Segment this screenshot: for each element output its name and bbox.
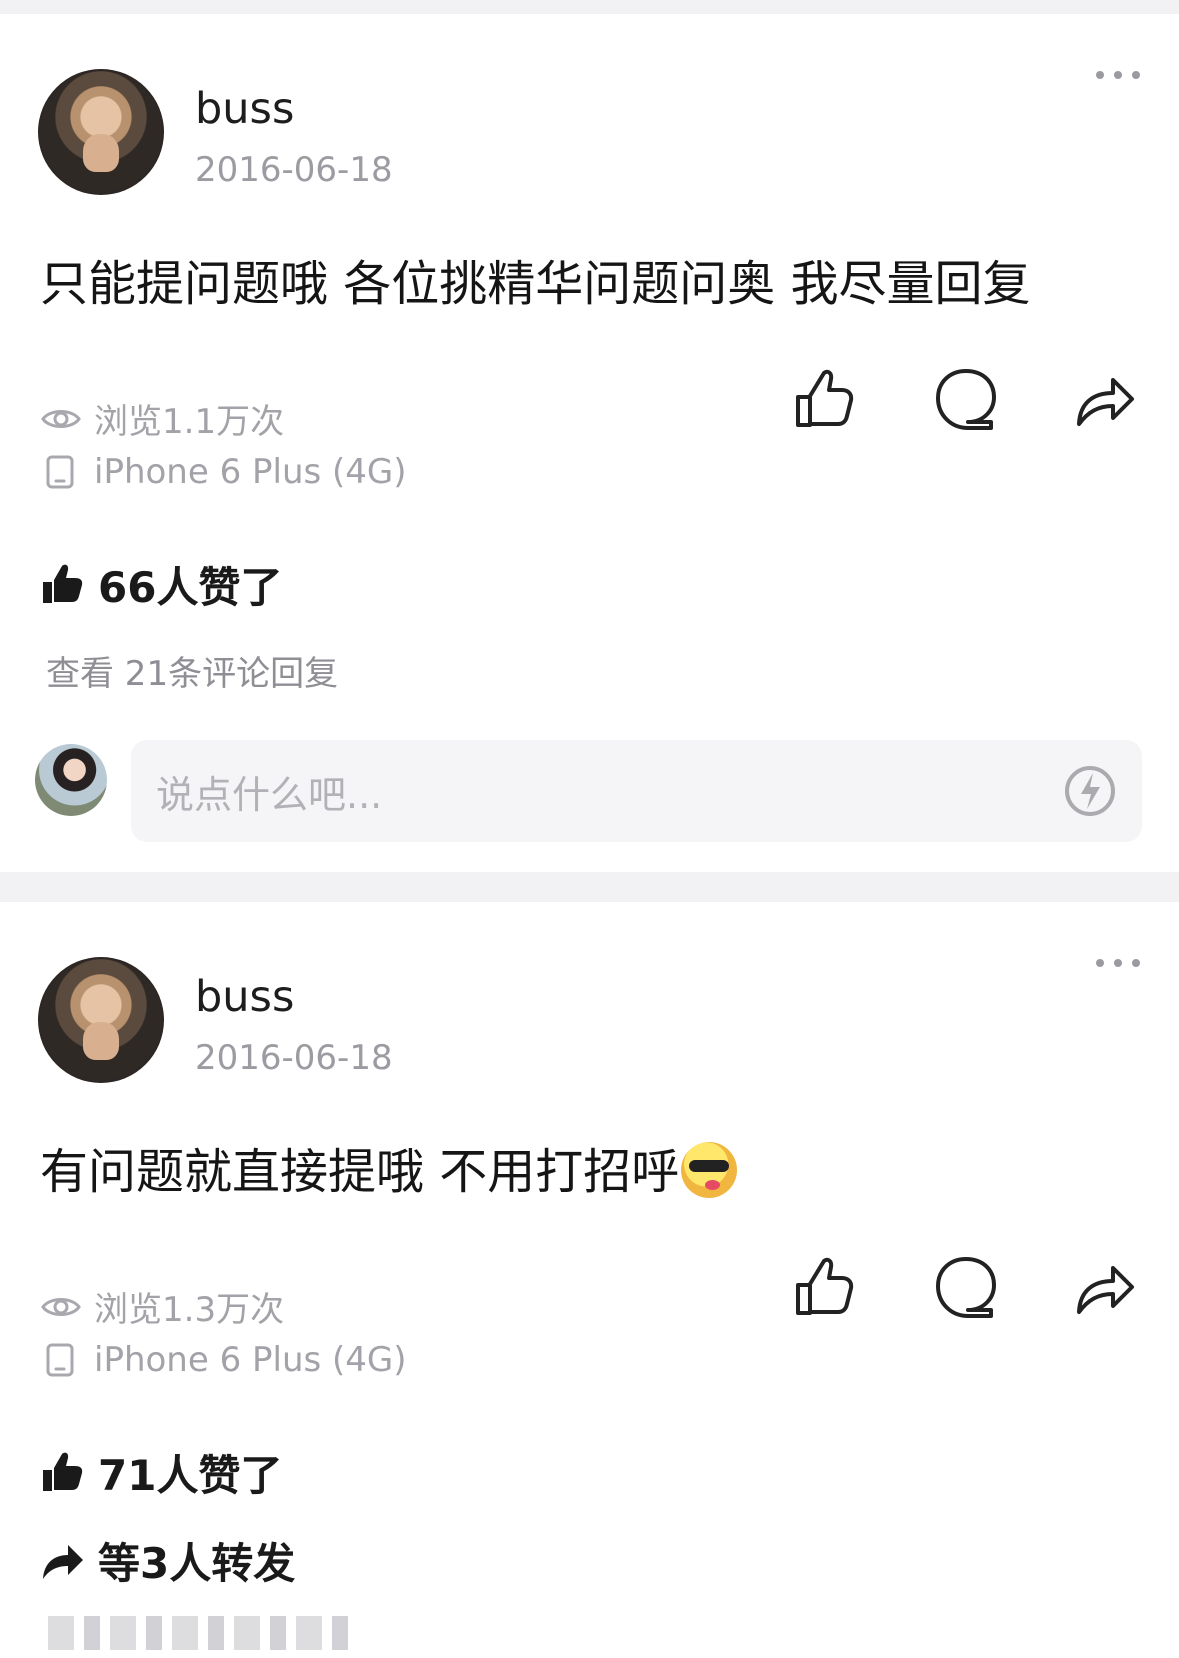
thumb-up-icon[interactable] (790, 366, 856, 432)
view-comments-link[interactable]: 查看 21条评论回复 (46, 646, 338, 695)
device-name: iPhone 6 Plus (4G) (94, 452, 407, 492)
more-dot-icon (1096, 71, 1104, 79)
phone-icon (46, 1343, 74, 1377)
blurred-partial-text (48, 1592, 368, 1650)
more-options-button[interactable] (1092, 59, 1144, 89)
view-count-text: 浏览1.3万次 (94, 1290, 285, 1330)
post-content-text: 有问题就直接提哦 不用打招呼 (40, 1144, 680, 1200)
current-user-avatar (35, 744, 107, 816)
device-info: iPhone 6 Plus (4G) (40, 452, 407, 492)
more-dot-icon (1132, 959, 1140, 967)
comment-placeholder: 说点什么吧... (156, 772, 383, 817)
post-card: buss 2016-06-18 只能提问题哦 各位挑精华问题问奥 我尽量回复 浏… (0, 14, 1179, 872)
view-count: 浏览1.3万次 (40, 1282, 284, 1331)
thumb-up-solid-icon (43, 564, 83, 603)
likes-text: 71人赞了 (98, 1451, 283, 1500)
post-separator (0, 872, 1179, 902)
more-options-button[interactable] (1092, 947, 1144, 977)
share-arrow-icon[interactable] (1071, 1254, 1137, 1320)
comment-bubble-icon[interactable] (933, 366, 999, 432)
share-solid-icon (43, 1544, 83, 1579)
sunglasses-tongue-face-icon (681, 1142, 738, 1198)
device-info: iPhone 6 Plus (4G) (40, 1340, 407, 1380)
avatar[interactable] (38, 69, 164, 195)
view-count: 浏览1.1万次 (40, 394, 284, 443)
lightning-icon[interactable] (1063, 764, 1117, 818)
likes-summary[interactable]: 66人赞了 (40, 554, 282, 615)
post-date: 2016-06-18 (195, 1038, 393, 1078)
top-strip (0, 0, 1179, 14)
eye-icon (41, 1297, 81, 1316)
more-dot-icon (1132, 71, 1140, 79)
username[interactable]: buss (195, 972, 294, 1022)
view-count-text: 浏览1.1万次 (94, 402, 285, 442)
eye-icon (41, 409, 81, 428)
more-dot-icon (1114, 71, 1122, 79)
thumb-up-icon[interactable] (790, 1254, 856, 1320)
repost-text: 等3人转发 (98, 1539, 296, 1588)
likes-summary[interactable]: 71人赞了 (40, 1442, 282, 1503)
thumb-up-solid-icon (43, 1452, 83, 1491)
avatar[interactable] (38, 957, 164, 1083)
more-dot-icon (1114, 959, 1122, 967)
phone-icon (46, 455, 74, 489)
comment-bubble-icon[interactable] (933, 1254, 999, 1320)
post-content: 只能提问题哦 各位挑精华问题问奥 我尽量回复 (40, 256, 1031, 312)
device-name: iPhone 6 Plus (4G) (94, 1340, 407, 1380)
post-date: 2016-06-18 (195, 150, 393, 190)
username[interactable]: buss (195, 84, 294, 134)
likes-text: 66人赞了 (98, 563, 283, 612)
post-content: 有问题就直接提哦 不用打招呼 (40, 1132, 738, 1202)
share-arrow-icon[interactable] (1071, 366, 1137, 432)
comment-input[interactable]: 说点什么吧... (131, 740, 1142, 842)
more-dot-icon (1096, 959, 1104, 967)
repost-summary[interactable]: 等3人转发 (40, 1530, 295, 1591)
